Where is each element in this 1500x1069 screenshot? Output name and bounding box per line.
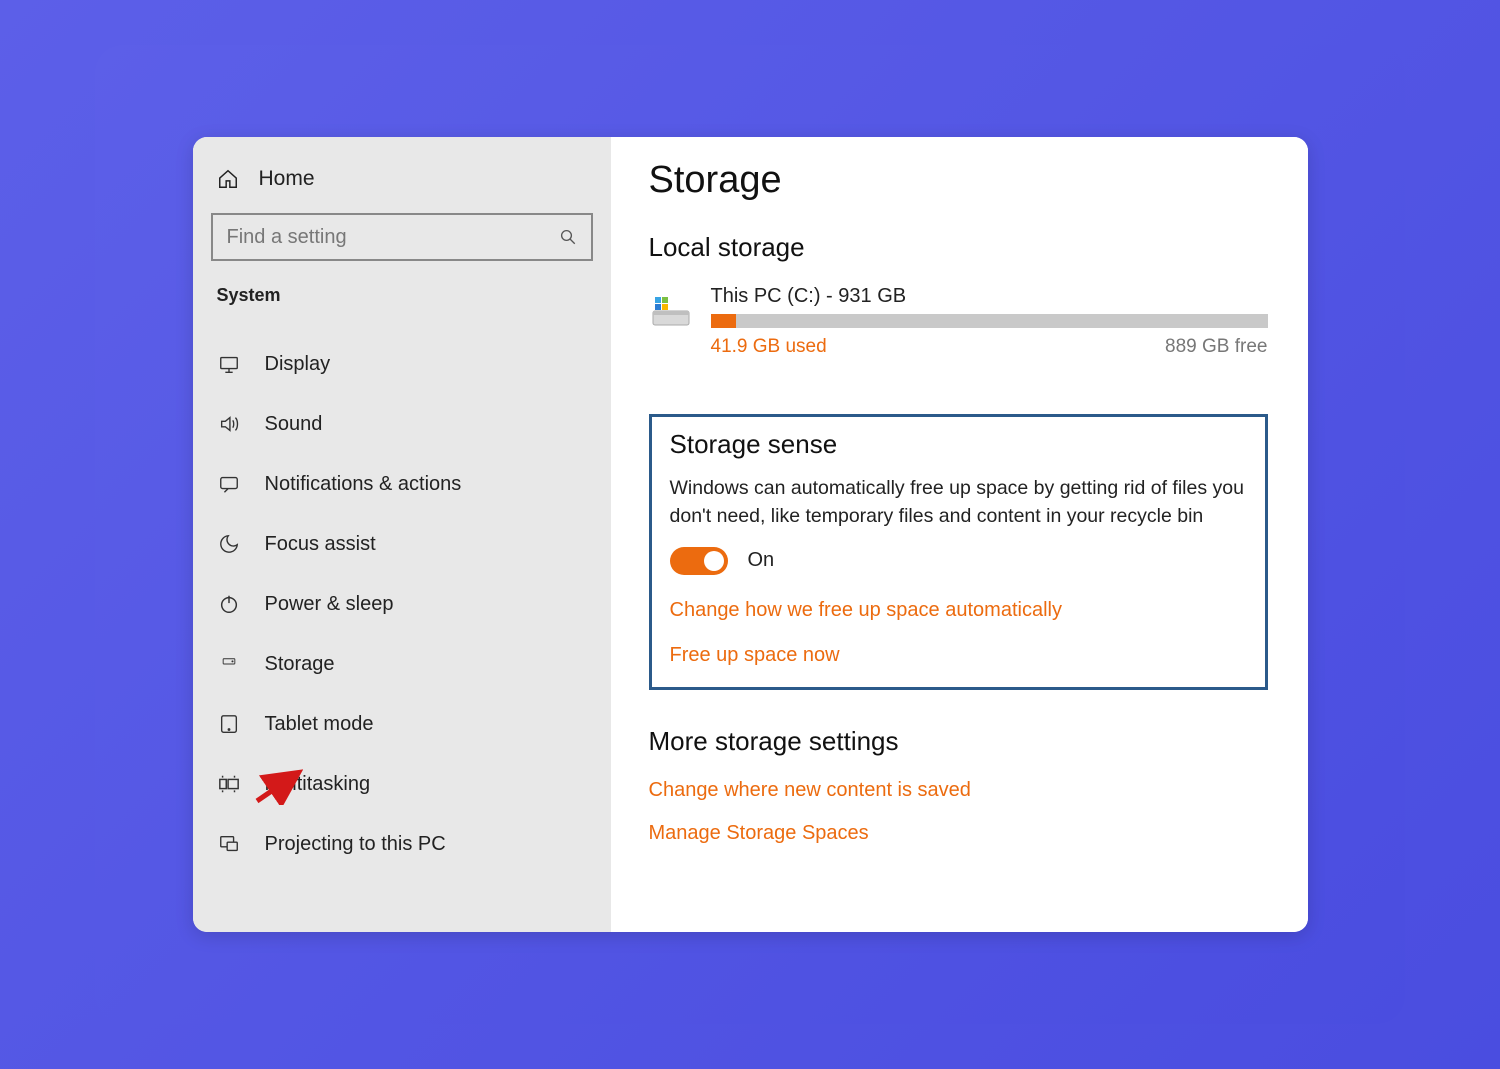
sound-icon [217, 412, 241, 436]
storage-icon [217, 652, 241, 676]
change-save-location-link[interactable]: Change where new content is saved [649, 779, 1268, 802]
sidebar-item-label: Focus assist [265, 533, 376, 556]
sidebar-item-label: Sound [265, 413, 323, 436]
drive-meta: 41.9 GB used 889 GB free [711, 336, 1268, 358]
sidebar-item-display[interactable]: Display [193, 334, 611, 394]
drive-usage-bar-fill [711, 314, 736, 328]
sidebar-item-projecting[interactable]: Projecting to this PC [193, 814, 611, 874]
drive-used-label: 41.9 GB used [711, 336, 827, 358]
sidebar-item-label: Projecting to this PC [265, 833, 446, 856]
sidebar: Home System Disp [193, 137, 611, 932]
sidebar-item-tablet-mode[interactable]: Tablet mode [193, 694, 611, 754]
drive-name: This PC (C:) - 931 GB [711, 285, 1268, 308]
sidebar-item-label: Power & sleep [265, 593, 394, 616]
drive-free-label: 889 GB free [1165, 336, 1267, 358]
sidebar-item-notifications[interactable]: Notifications & actions [193, 454, 611, 514]
sidebar-item-multitasking[interactable]: Multitasking [193, 754, 611, 814]
free-up-now-link[interactable]: Free up space now [670, 644, 1247, 667]
storage-sense-toggle[interactable] [670, 547, 728, 575]
drive-icon [649, 291, 693, 331]
storage-sense-toggle-label: On [748, 549, 775, 572]
sidebar-item-label: Multitasking [265, 773, 371, 796]
notifications-icon [217, 472, 241, 496]
sidebar-item-storage[interactable]: Storage [193, 634, 611, 694]
toggle-knob [704, 551, 724, 571]
tablet-mode-icon [217, 712, 241, 736]
more-storage-links: Change where new content is saved Manage… [649, 779, 1268, 845]
sidebar-item-power-sleep[interactable]: Power & sleep [193, 574, 611, 634]
search-container [193, 213, 611, 285]
search-input[interactable] [227, 226, 559, 249]
more-storage-heading: More storage settings [649, 726, 1268, 757]
sidebar-home-button[interactable]: Home [193, 161, 611, 213]
projecting-icon [217, 832, 241, 856]
search-box[interactable] [211, 213, 593, 261]
sidebar-home-label: Home [259, 167, 315, 191]
home-icon [217, 168, 239, 190]
manage-storage-spaces-link[interactable]: Manage Storage Spaces [649, 822, 1268, 845]
focus-assist-icon [217, 532, 241, 556]
sidebar-item-label: Tablet mode [265, 713, 374, 736]
storage-sense-heading: Storage sense [670, 429, 1247, 460]
storage-sense-panel: Storage sense Windows can automatically … [649, 414, 1268, 690]
multitasking-icon [217, 772, 241, 796]
storage-sense-toggle-row: On [670, 547, 1247, 575]
screenshot-frame: Home System Disp [95, 45, 1405, 1024]
drive-usage-bar [711, 314, 1268, 328]
main-content: Storage Local storage This PC (C:) - 931… [611, 137, 1308, 932]
page-title: Storage [649, 159, 1268, 202]
drive-row[interactable]: This PC (C:) - 931 GB 41.9 GB used 889 G… [649, 285, 1268, 358]
sidebar-section-label: System [193, 285, 611, 334]
search-icon [559, 228, 577, 246]
sidebar-item-focus-assist[interactable]: Focus assist [193, 514, 611, 574]
sidebar-item-sound[interactable]: Sound [193, 394, 611, 454]
settings-window: Home System Disp [193, 137, 1308, 932]
display-icon [217, 352, 241, 376]
sidebar-item-label: Storage [265, 653, 335, 676]
local-storage-heading: Local storage [649, 232, 1268, 263]
sidebar-nav-list: Display Sound Notifications & actions [193, 334, 611, 874]
sidebar-item-label: Display [265, 353, 331, 376]
sidebar-item-label: Notifications & actions [265, 473, 462, 496]
change-free-up-link[interactable]: Change how we free up space automaticall… [670, 599, 1247, 622]
storage-sense-description: Windows can automatically free up space … [670, 474, 1247, 531]
drive-body: This PC (C:) - 931 GB 41.9 GB used 889 G… [711, 285, 1268, 358]
power-icon [217, 592, 241, 616]
